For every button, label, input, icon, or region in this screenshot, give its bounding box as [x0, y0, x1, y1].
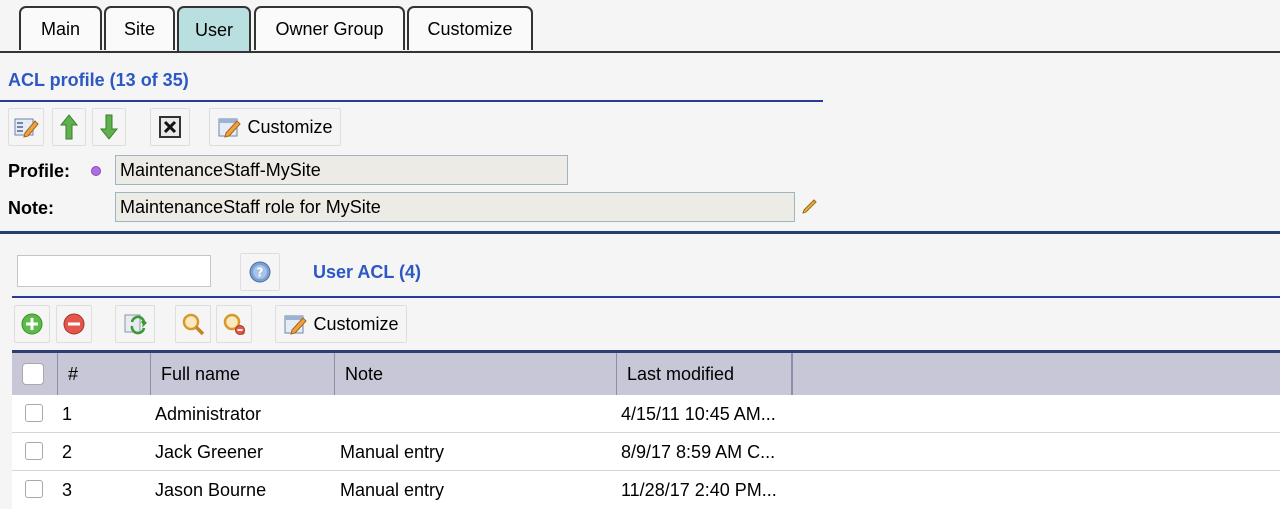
row-number: 2: [62, 441, 73, 462]
move-up-button[interactable]: [52, 108, 86, 146]
row-last-modified: 8/9/17 8:59 AM C...: [621, 441, 776, 462]
edit-list-icon: [14, 118, 39, 138]
clear-find-button[interactable]: [216, 305, 252, 343]
tab-main[interactable]: Main: [19, 6, 102, 50]
remove-icon: [63, 313, 85, 335]
row-full-name: Administrator: [155, 403, 262, 424]
acl-profile-title: ACL profile (13 of 35): [8, 70, 189, 90]
select-all-checkbox[interactable]: [22, 363, 44, 385]
column-header-last-modified[interactable]: Last modified: [617, 353, 793, 395]
add-user-button[interactable]: [14, 305, 50, 343]
edit-profile-button[interactable]: [8, 108, 44, 146]
row-last-modified: 4/15/11 10:45 AM...: [621, 403, 776, 424]
section-divider: [0, 231, 1280, 234]
pencil-icon: [802, 199, 817, 214]
customize-label: Customize: [313, 313, 399, 334]
user-acl-title: User ACL (4): [313, 262, 422, 282]
select-all-cell: [12, 353, 58, 395]
magnifier-icon: [182, 313, 205, 336]
row-number: 1: [62, 403, 73, 424]
arrow-up-icon: [59, 114, 79, 140]
search-input[interactable]: [17, 255, 211, 287]
tab-customize[interactable]: Customize: [407, 6, 533, 50]
row-note: Manual entry: [340, 441, 445, 462]
profile-field[interactable]: [115, 155, 568, 185]
customize-label: Customize: [247, 116, 333, 137]
help-button[interactable]: ?: [240, 253, 280, 291]
row-full-name: Jack Greener: [155, 441, 264, 462]
delete-profile-button[interactable]: [150, 108, 190, 146]
customize-icon: [284, 315, 308, 335]
find-button[interactable]: [175, 305, 211, 343]
customize-profile-button[interactable]: Customize: [209, 108, 341, 146]
row-number: 3: [62, 479, 73, 500]
table-header: # Full name Note Last modified: [12, 350, 1280, 395]
remove-user-button[interactable]: [56, 305, 92, 343]
table-body: 1 Administrator 4/15/11 10:45 AM... 2 Ja…: [12, 395, 1280, 509]
tab-bar-divider: [0, 51, 1280, 53]
table-row[interactable]: 1 Administrator 4/15/11 10:45 AM...: [12, 395, 1280, 433]
user-acl-divider: [12, 296, 1280, 298]
row-last-modified: 11/28/17 2:40 PM...: [621, 479, 777, 500]
table-row[interactable]: 2 Jack Greener Manual entry 8/9/17 8:59 …: [12, 433, 1280, 471]
close-box-icon: [159, 116, 181, 138]
required-dot-icon: [91, 166, 101, 176]
tab-user[interactable]: User: [177, 6, 251, 53]
row-checkbox[interactable]: [25, 404, 43, 422]
tab-site[interactable]: Site: [104, 6, 175, 50]
refresh-icon: [124, 314, 147, 335]
arrow-down-icon: [99, 114, 119, 140]
add-icon: [21, 313, 43, 335]
edit-note-button[interactable]: [801, 196, 819, 219]
row-full-name: Jason Bourne: [155, 479, 267, 500]
table-row[interactable]: 3 Jason Bourne Manual entry 11/28/17 2:4…: [12, 471, 1280, 509]
note-label: Note:: [8, 198, 54, 218]
row-checkbox[interactable]: [25, 480, 43, 498]
help-icon: ?: [249, 261, 271, 283]
magnifier-clear-icon: [223, 313, 246, 336]
row-note: Manual entry: [340, 479, 445, 500]
note-field[interactable]: [115, 192, 795, 222]
move-down-button[interactable]: [92, 108, 126, 146]
row-checkbox[interactable]: [25, 442, 43, 460]
column-header-full-name[interactable]: Full name: [151, 353, 335, 395]
tab-bar: Main Site User Owner Group Customize: [0, 0, 1280, 53]
refresh-button[interactable]: [115, 305, 155, 343]
acl-profile-divider: [0, 100, 823, 102]
customize-acl-button[interactable]: Customize: [275, 305, 407, 343]
column-header-number[interactable]: #: [58, 353, 151, 395]
tab-owner-group[interactable]: Owner Group: [254, 6, 405, 50]
customize-icon: [218, 118, 242, 138]
profile-label: Profile:: [8, 161, 71, 181]
svg-text:?: ?: [257, 266, 264, 280]
column-header-note[interactable]: Note: [335, 353, 617, 395]
